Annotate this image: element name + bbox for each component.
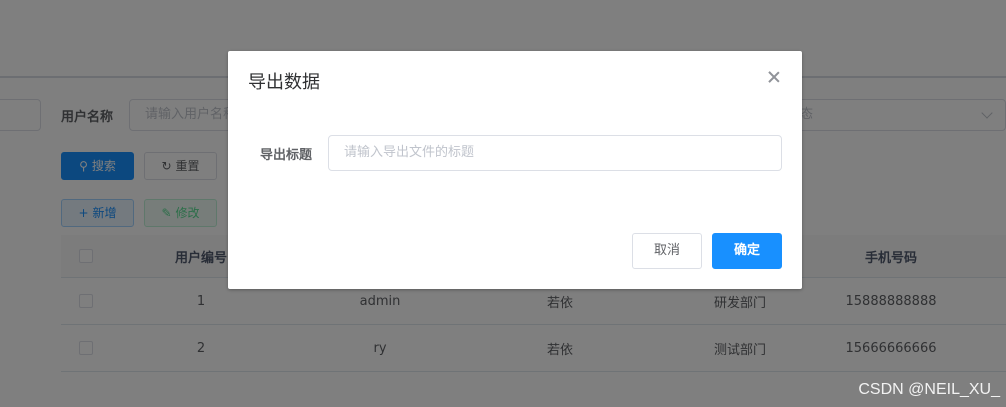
close-icon[interactable] (766, 69, 782, 85)
watermark: CSDN @NEIL_XU_ (858, 381, 1000, 398)
export-title-label: 导出标题 (260, 148, 313, 163)
export-dialog: 导出数据 导出标题 请输入导出文件的标题 取消 确定 (228, 51, 802, 289)
dialog-title: 导出数据 (248, 72, 320, 93)
export-title-input[interactable]: 请输入导出文件的标题 (328, 135, 782, 171)
confirm-button[interactable]: 确定 (712, 233, 782, 269)
cancel-button[interactable]: 取消 (632, 233, 702, 269)
